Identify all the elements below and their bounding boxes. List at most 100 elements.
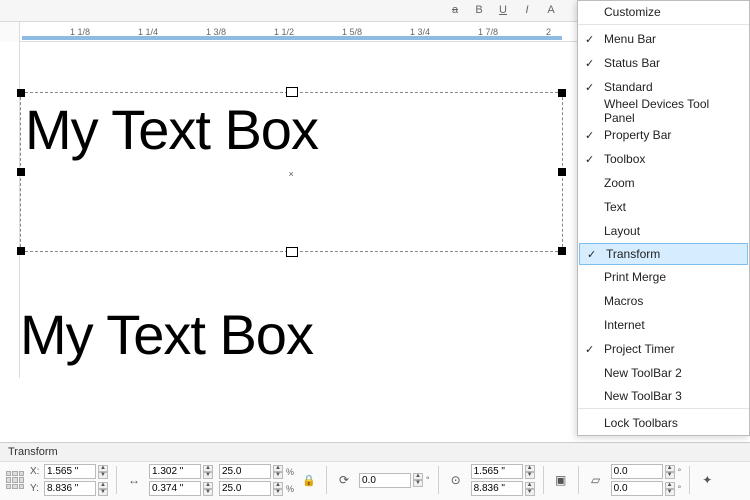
menu-item-print-merge[interactable]: Print Merge [578,265,749,289]
menu-item-wheel-devices-tool-panel[interactable]: Wheel Devices Tool Panel [578,99,749,123]
textflow-handle-top[interactable] [286,87,298,97]
x-input[interactable] [44,464,96,479]
check-icon: ✓ [585,81,594,94]
degree-unit: ° [678,467,682,477]
spinner-up-icon[interactable]: ▲ [98,465,108,472]
spinner-up-icon[interactable]: ▲ [273,465,283,472]
font-icon[interactable]: A [542,2,560,18]
menu-item-macros[interactable]: Macros [578,289,749,313]
lock-icon[interactable]: 🔒 [300,471,318,489]
menu-item-zoom[interactable]: Zoom [578,171,749,195]
menu-item-label: Text [604,200,626,214]
spinner-down-icon[interactable]: ▼ [525,472,535,479]
menu-item-new-toolbar-2[interactable]: New ToolBar 2 [578,361,749,385]
menu-item-transform[interactable]: ✓ Transform [579,243,748,265]
menu-item-project-timer[interactable]: ✓Project Timer [578,337,749,361]
resize-handle-ml[interactable] [17,168,25,176]
center-x-input[interactable] [471,464,523,479]
menu-item-menu-bar[interactable]: ✓Menu Bar [578,27,749,51]
resize-handle-bl[interactable] [17,247,25,255]
menu-item-internet[interactable]: Internet [578,313,749,337]
toolbars-context-menu[interactable]: Customize✓Menu Bar✓Status Bar✓StandardWh… [577,0,750,436]
menu-item-label: Customize [604,5,661,19]
skew-y-input[interactable] [611,481,663,496]
spinner-down-icon[interactable]: ▼ [525,489,535,496]
menu-item-label: New ToolBar 2 [604,366,682,380]
check-icon: ✓ [585,129,594,142]
spinner-down-icon[interactable]: ▼ [273,472,283,479]
spinner-up-icon[interactable]: ▲ [203,482,213,489]
bold-icon[interactable]: B [470,2,488,18]
resize-handle-br[interactable] [558,247,566,255]
skew-x-input[interactable] [611,464,663,479]
divider [689,466,690,494]
spinner-up-icon[interactable]: ▲ [98,482,108,489]
spinner-up-icon[interactable]: ▲ [665,482,675,489]
italic-icon[interactable]: I [518,2,536,18]
height-input[interactable] [149,481,201,496]
relative-center-icon[interactable]: ▣ [552,471,570,489]
menu-item-label: Wheel Devices Tool Panel [604,97,739,125]
spinner-down-icon[interactable]: ▼ [665,472,675,479]
spinner-up-icon[interactable]: ▲ [665,465,675,472]
resize-handle-tr[interactable] [558,89,566,97]
scale-y-input[interactable] [219,481,271,496]
menu-item-label: Property Bar [604,128,671,142]
text-content[interactable]: My Text Box [21,93,562,166]
check-icon: ✓ [585,57,594,70]
menu-item-label: Print Merge [604,270,666,284]
text-frame-selected[interactable]: My Text Box × [20,92,563,252]
spinner-down-icon[interactable]: ▼ [413,480,423,487]
menu-item-label: Transform [606,247,660,261]
spinner-up-icon[interactable]: ▲ [413,473,423,480]
resize-handle-mr[interactable] [558,168,566,176]
divider [578,466,579,494]
apply-icon[interactable]: ✦ [698,471,716,489]
menu-item-lock-toolbars[interactable]: Lock Toolbars [578,411,749,435]
divider [438,466,439,494]
menu-item-label: Lock Toolbars [604,416,678,430]
width-input[interactable] [149,464,201,479]
menu-item-layout[interactable]: Layout [578,219,749,243]
spinner-up-icon[interactable]: ▲ [273,482,283,489]
artistic-text[interactable]: My Text Box [20,302,313,367]
spinner-down-icon[interactable]: ▼ [98,472,108,479]
size-icon: ↔ [125,471,143,489]
textflow-handle-bottom[interactable] [286,247,298,257]
spinner-up-icon[interactable]: ▲ [525,482,535,489]
spinner-down-icon[interactable]: ▼ [98,489,108,496]
resize-handle-tl[interactable] [17,89,25,97]
y-label: Y: [30,483,42,494]
menu-item-property-bar[interactable]: ✓ Property Bar [578,123,749,147]
menu-item-label: Macros [604,294,643,308]
menu-item-text[interactable]: Text [578,195,749,219]
underline-icon[interactable]: U [494,2,512,18]
check-icon: ✓ [587,248,596,261]
spinner-down-icon[interactable]: ▼ [203,472,213,479]
menu-item-new-toolbar-3[interactable]: New ToolBar 3 [578,385,749,409]
strike-icon[interactable]: a [446,2,464,18]
menu-item-toolbox[interactable]: ✓Toolbox [578,147,749,171]
menu-item-label: Standard [604,80,653,94]
spinner-down-icon[interactable]: ▼ [273,489,283,496]
spinner-up-icon[interactable]: ▲ [525,465,535,472]
ruler-corner [0,22,20,42]
check-icon: ✓ [585,343,594,356]
menu-item-standard[interactable]: ✓ Standard [578,75,749,99]
angle-input[interactable] [359,473,411,488]
divider [116,466,117,494]
ruler-selection-indicator [22,36,562,40]
spinner-down-icon[interactable]: ▼ [665,489,675,496]
anchor-grid[interactable] [6,471,24,489]
spinner-down-icon[interactable]: ▼ [203,489,213,496]
divider [326,466,327,494]
center-y-input[interactable] [471,481,523,496]
degree-unit: ° [426,475,430,485]
rotate-icon: ⟳ [335,471,353,489]
spinner-up-icon[interactable]: ▲ [203,465,213,472]
y-input[interactable] [44,481,96,496]
menu-item-customize[interactable]: Customize [578,1,749,25]
menu-item-status-bar[interactable]: ✓Status Bar [578,51,749,75]
scale-x-input[interactable] [219,464,271,479]
menu-item-label: Zoom [604,176,635,190]
